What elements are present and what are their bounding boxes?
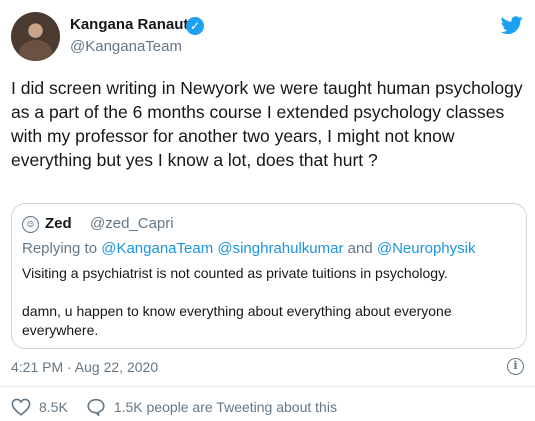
mention-link-kanganateam[interactable]: @KanganaTeam xyxy=(101,240,213,257)
speech-bubble-icon xyxy=(87,398,105,416)
author-display-name[interactable]: Kangana Ranaut xyxy=(70,16,188,33)
quoted-author-handle[interactable]: @zed_Capri xyxy=(90,215,174,232)
talking-about-count: 1.5K people are Tweeting about this xyxy=(113,399,337,415)
quoted-tweet[interactable]: ☺ Zed @zed_Capri Replying to @KanganaTea… xyxy=(11,203,527,349)
quoted-author-avatar[interactable]: ☺ xyxy=(22,216,39,233)
tweet-body-text: I did screen writing in Newyork we were … xyxy=(11,78,523,170)
replying-to-and: and xyxy=(347,240,373,257)
author-avatar[interactable] xyxy=(11,12,60,61)
mention-link-singhrahulkumar[interactable]: @singhrahulkumar xyxy=(217,240,343,257)
like-count: 8.5K xyxy=(39,399,68,415)
heart-icon xyxy=(11,398,31,416)
quoted-author-name[interactable]: Zed xyxy=(45,215,72,232)
twitter-bird-icon[interactable] xyxy=(500,14,524,36)
info-icon[interactable]: i xyxy=(507,358,524,375)
conversation-button[interactable]: 1.5K people are Tweeting about this xyxy=(86,398,337,416)
replying-to-line: Replying to @KanganaTeam @singhrahulkuma… xyxy=(22,240,475,257)
tweet-actions: 8.5K 1.5K people are Tweeting about this xyxy=(11,398,355,416)
mention-link-neurophysik[interactable]: @Neurophysik xyxy=(377,240,476,257)
replying-to-prefix: Replying to xyxy=(22,240,98,257)
verified-badge-icon: ✓ xyxy=(186,17,204,35)
like-button[interactable]: 8.5K xyxy=(11,398,68,416)
tweet-timestamp[interactable]: 4:21 PM · Aug 22, 2020 xyxy=(11,359,158,375)
quoted-tweet-text: Visiting a psychiatrist is not counted a… xyxy=(22,265,452,338)
embedded-tweet-card: Kangana Ranaut ✓ @KanganaTeam I did scre… xyxy=(0,0,535,421)
author-handle[interactable]: @KanganaTeam xyxy=(70,38,182,55)
divider xyxy=(0,386,535,387)
